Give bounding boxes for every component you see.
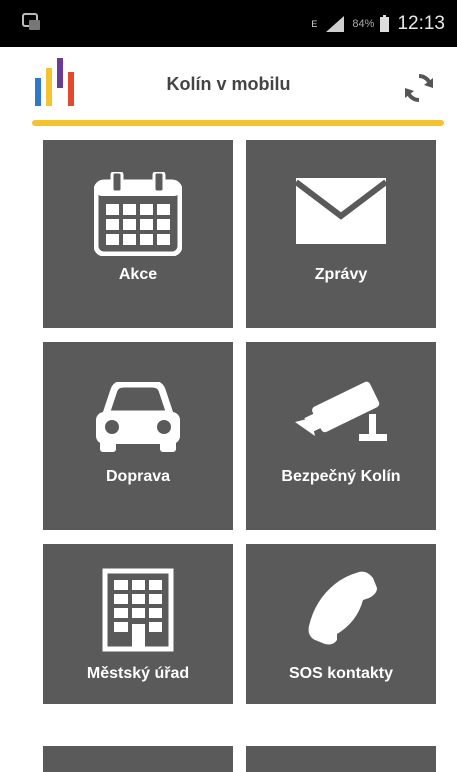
envelope-icon [296,178,386,244]
tile-label: Bezpečný Kolín [281,468,401,485]
battery-percent: 84% [352,17,375,30]
tile-sos-kontakty[interactable]: SOS kontakty [246,544,436,704]
tile-partial[interactable] [43,746,233,772]
battery-icon [380,15,390,32]
tile-mestsky-urad[interactable]: Městský úřad [43,544,233,704]
notification-icon [22,13,40,30]
signal-icon [326,15,345,32]
calendar-icon [94,172,182,256]
phone-icon [308,571,377,645]
security-camera-icon [295,381,387,441]
refresh-icon[interactable] [402,71,436,105]
tile-label: Doprava [105,468,171,485]
status-bar: E 84% 12:13 [0,0,457,47]
network-type-indicator: E [311,18,318,29]
clock: 12:13 [397,12,445,34]
tile-label: SOS kontakty [288,665,394,682]
tile-label: Městský úřad [86,665,190,682]
tile-label: Zprávy [314,266,368,283]
app-title: Kolín v mobilu [166,74,291,94]
tile-zpravy[interactable]: Zprávy [246,140,436,328]
building-icon [102,568,174,652]
tile-partial[interactable] [246,746,436,772]
car-icon [96,382,180,452]
header-divider [32,120,444,126]
tile-akce[interactable]: Akce [43,140,233,328]
tile-doprava[interactable]: Doprava [43,342,233,530]
tile-label: Akce [118,266,158,283]
tile-bezpecny-kolin[interactable]: Bezpečný Kolín [246,342,436,530]
